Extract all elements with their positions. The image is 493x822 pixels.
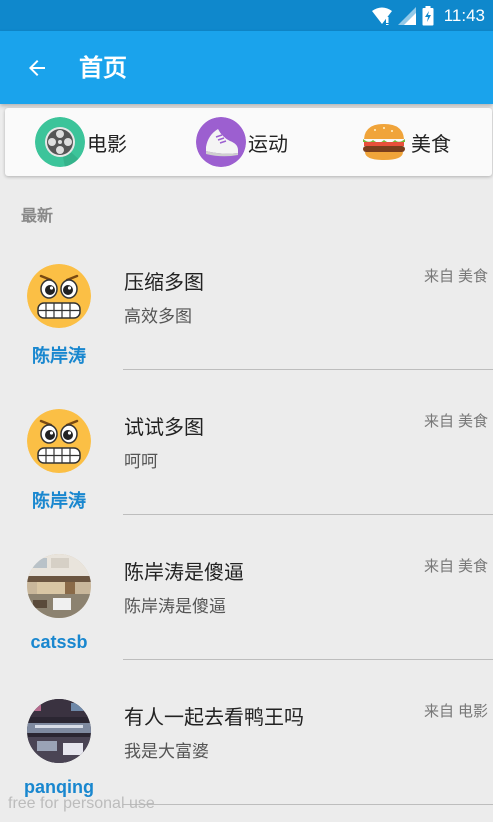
post-source: 来自 电影	[424, 700, 488, 721]
category-bar: 电影 运动 美食	[5, 108, 492, 176]
post-body: 我是大富婆	[124, 742, 209, 762]
category-sport[interactable]: 运动	[196, 116, 288, 168]
post-author[interactable]: 陈岸涛	[0, 342, 118, 368]
divider	[123, 369, 493, 370]
post-body: 陈岸涛是傻逼	[124, 597, 226, 617]
status-time: 11:43	[443, 6, 485, 25]
sneaker-icon	[196, 117, 246, 167]
category-label: 美食	[411, 131, 451, 156]
signal-icon	[397, 7, 416, 25]
grimace-emoji-icon	[27, 409, 91, 473]
list-item[interactable]: 陈岸涛 试试多图 呵呵 来自 美食	[0, 395, 493, 540]
from-label: 来自	[423, 702, 454, 720]
post-source: 来自 美食	[424, 265, 488, 286]
room-photo-avatar	[27, 554, 91, 618]
divider	[123, 804, 493, 805]
status-icons: 11:43	[371, 4, 485, 28]
from-label: 来自	[423, 267, 454, 285]
category-food[interactable]: 美食	[359, 116, 451, 168]
post-title: 试试多图	[124, 415, 204, 439]
post-category: 美食	[457, 557, 488, 575]
app-bar: 首页	[0, 31, 493, 104]
post-category: 电影	[457, 702, 488, 720]
post-title: 压缩多图	[124, 270, 204, 294]
film-reel-icon	[35, 117, 85, 167]
divider	[123, 514, 493, 515]
dark-photo-avatar	[27, 699, 91, 763]
burger-icon	[363, 124, 405, 160]
post-category: 美食	[457, 267, 488, 285]
post-category: 美食	[457, 412, 488, 430]
post-title: 陈岸涛是傻逼	[124, 560, 244, 584]
list-item[interactable]: 陈岸涛 压缩多图 高效多图 来自 美食	[0, 250, 493, 395]
watermark: free for personal use	[8, 795, 155, 812]
post-author[interactable]: 陈岸涛	[0, 487, 118, 513]
battery-icon	[422, 6, 434, 26]
post-author[interactable]: catssb	[0, 632, 118, 653]
page-title: 首页	[79, 54, 127, 82]
section-title-latest: 最新	[21, 206, 54, 225]
category-movie[interactable]: 电影	[35, 116, 127, 168]
grimace-emoji-icon	[27, 264, 91, 328]
post-source: 来自 美食	[424, 555, 488, 576]
list-item[interactable]: catssb 陈岸涛是傻逼 陈岸涛是傻逼 来自 美食	[0, 540, 493, 685]
category-label: 运动	[248, 131, 288, 156]
divider	[123, 659, 493, 660]
from-label: 来自	[423, 412, 454, 430]
category-label: 电影	[87, 131, 127, 156]
post-title: 有人一起去看鸭王吗	[124, 705, 304, 729]
wifi-icon	[371, 7, 392, 25]
post-source: 来自 美食	[424, 410, 488, 431]
post-body: 高效多图	[124, 307, 192, 327]
arrow-left-icon	[29, 60, 45, 76]
status-bar: 11:43	[0, 0, 493, 31]
back-button[interactable]	[20, 51, 54, 85]
post-body: 呵呵	[124, 452, 158, 472]
from-label: 来自	[423, 557, 454, 575]
